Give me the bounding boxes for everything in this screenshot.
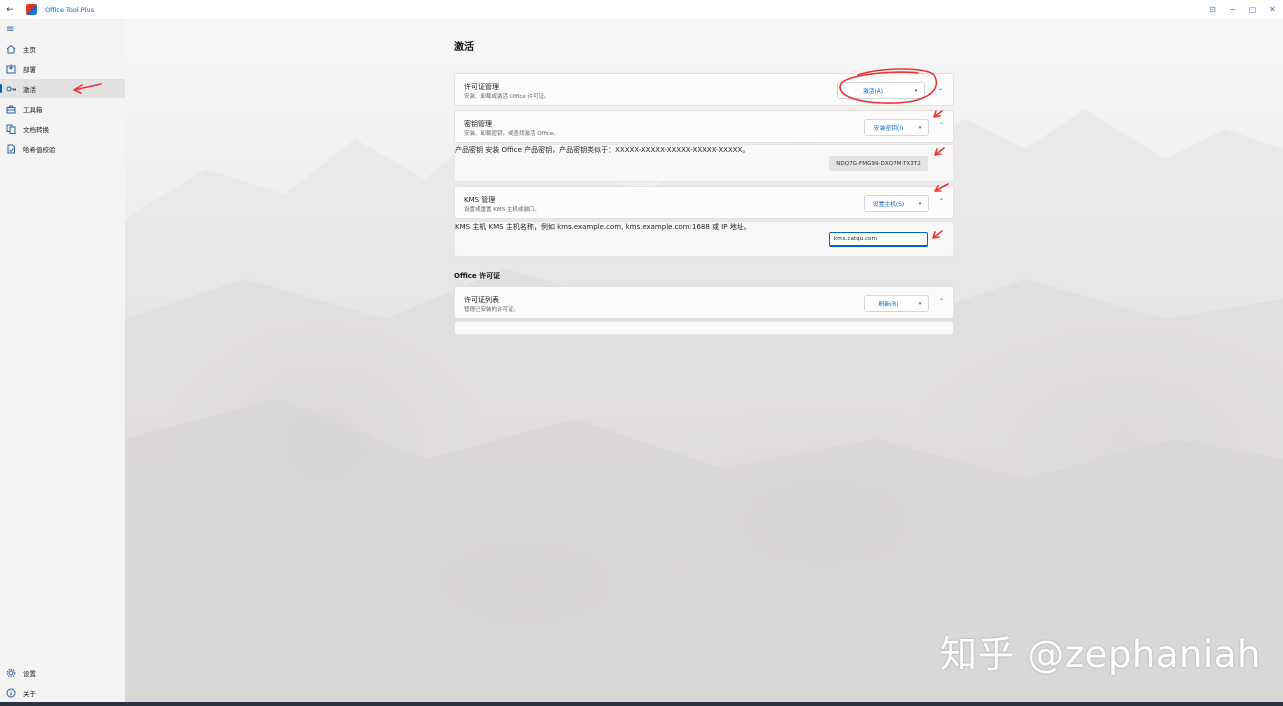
minimize-icon[interactable]: −: [1228, 5, 1237, 14]
sidebar-item-label: 主页: [23, 45, 36, 54]
kms-management-desc: 设置或重置 KMS 主机或端口。: [464, 207, 540, 213]
back-arrow-icon[interactable]: ←: [0, 5, 20, 15]
hamburger-menu-icon[interactable]: ≡: [6, 24, 14, 35]
office-license-section-title: Office 许可证: [454, 272, 501, 280]
document-convert-icon: [5, 123, 17, 135]
chevron-down-icon[interactable]: ▾: [912, 196, 928, 211]
license-list-desc: 管理已安装的许可证。: [464, 307, 520, 313]
refresh-button[interactable]: 刷新(R) ▾: [864, 295, 929, 312]
key-icon: [5, 83, 17, 95]
kms-management-card: KMS 管理 设置或重置 KMS 主机或端口。 设置主机(S) ▾ ⌃: [454, 186, 954, 219]
watermark: 知乎 @zephaniah: [940, 633, 1261, 676]
kms-host-title: KMS 主机: [455, 223, 487, 231]
chevron-up-icon[interactable]: ⌃: [939, 122, 944, 129]
title-bar: ← Office Tool Plus ⊡ − ▢ ✕: [0, 0, 1283, 19]
window-controls: ⊡ − ▢ ✕: [1208, 0, 1277, 19]
set-host-button-label: 设置主机(S): [872, 202, 905, 208]
chevron-down-icon[interactable]: ▾: [912, 296, 928, 311]
sidebar-item-label: 关于: [23, 689, 36, 698]
compact-overlay-icon[interactable]: ⊡: [1208, 5, 1217, 14]
key-management-desc: 安装、卸载密钥，或查找激活 Office。: [464, 131, 559, 137]
gear-icon: [5, 667, 17, 679]
kms-host-desc: KMS 主机名称，例如 kms.example.com, kms.example…: [488, 223, 751, 231]
chevron-down-icon[interactable]: ▾: [908, 83, 924, 98]
install-key-button[interactable]: 安装密钥(I) ▾: [864, 119, 929, 136]
product-key-desc: 安装 Office 产品密钥，产品密钥类似于：XXXXX-XXXXX-XXXXX…: [485, 146, 750, 154]
activate-button-label: 激活(A): [862, 89, 884, 95]
sidebar-item-deploy[interactable]: 部署: [0, 59, 125, 78]
sidebar-item-toolbox[interactable]: 工具箱: [0, 99, 125, 118]
license-management-title: 许可证管理: [464, 83, 499, 91]
sidebar-item-label: 激活: [23, 85, 36, 94]
window-title: Office Tool Plus: [45, 5, 94, 14]
license-list-content: [454, 321, 954, 335]
activate-button[interactable]: 激活(A) ▾: [837, 82, 925, 99]
sidebar-item-home[interactable]: 主页: [0, 39, 125, 58]
hash-check-icon: [5, 143, 17, 155]
sidebar: ≡ 主页 部署 激活 工具箱 文档转换 哈希值校验 设置 关于: [0, 19, 125, 702]
license-list-card: 许可证列表 管理已安装的许可证。 刷新(R) ▾ ⌃: [454, 286, 954, 319]
key-management-card: 密钥管理 安装、卸载密钥，或查找激活 Office。 安装密钥(I) ▾ ⌃: [454, 110, 954, 143]
license-list-title: 许可证列表: [464, 296, 499, 304]
kms-host-input[interactable]: kms.catqu.com: [829, 232, 928, 247]
sidebar-item-activate[interactable]: 激活: [0, 79, 125, 98]
chevron-up-icon[interactable]: ⌃: [939, 298, 944, 305]
sidebar-item-document-convert[interactable]: 文档转换: [0, 119, 125, 138]
sidebar-item-hash-check[interactable]: 哈希值校验: [0, 139, 125, 158]
sidebar-item-label: 部署: [23, 65, 36, 74]
deploy-icon: [5, 63, 17, 75]
set-host-button[interactable]: 设置主机(S) ▾: [864, 195, 929, 212]
license-management-desc: 安装、卸载或激活 Office 许可证。: [464, 94, 550, 100]
product-key-title: 产品密钥: [455, 146, 483, 154]
sidebar-item-label: 哈希值校验: [23, 145, 56, 154]
office-logo-icon: [26, 4, 37, 15]
home-icon: [5, 43, 17, 55]
sidebar-item-label: 设置: [23, 669, 36, 678]
maximize-icon[interactable]: ▢: [1248, 5, 1257, 14]
sidebar-item-label: 工具箱: [23, 105, 43, 114]
key-management-title: 密钥管理: [464, 120, 492, 128]
sidebar-item-label: 文档转换: [23, 125, 49, 134]
taskbar-strip: [0, 702, 1283, 706]
toolbox-icon: [5, 103, 17, 115]
chevron-down-icon[interactable]: ⌄: [938, 85, 943, 92]
close-icon[interactable]: ✕: [1268, 5, 1277, 14]
product-key-value[interactable]: NDQ7G-FMG99-DXQ7M-TX3T2: [829, 156, 928, 171]
refresh-button-label: 刷新(R): [878, 302, 899, 308]
page-title: 激活: [454, 42, 474, 53]
sidebar-item-about[interactable]: 关于: [0, 683, 125, 702]
chevron-down-icon[interactable]: ▾: [912, 120, 928, 135]
chevron-up-icon[interactable]: ⌃: [939, 198, 944, 205]
sidebar-item-settings[interactable]: 设置: [0, 663, 125, 682]
install-key-button-label: 安装密钥(I): [873, 126, 904, 132]
info-icon: [5, 687, 17, 699]
license-management-card: 许可证管理 安装、卸载或激活 Office 许可证。 激活(A) ▾ ⌄: [454, 73, 954, 106]
kms-management-title: KMS 管理: [464, 196, 496, 204]
